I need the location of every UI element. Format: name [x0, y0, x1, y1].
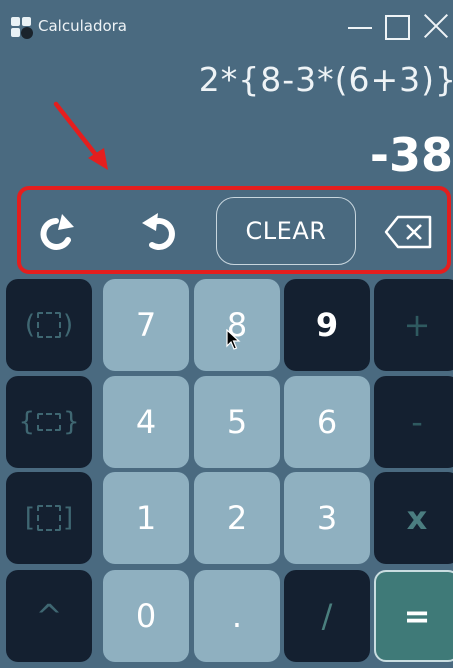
multiply-key[interactable]: x	[374, 472, 453, 564]
annotation-arrow-icon	[53, 101, 108, 170]
redo-icon	[40, 214, 74, 250]
braces-key[interactable]: { }{}	[6, 376, 92, 468]
clear-button[interactable]: CLEAR	[216, 197, 356, 265]
divide-key[interactable]: /	[284, 570, 370, 662]
digit-2-key[interactable]: 2	[194, 472, 280, 564]
digit-0-key[interactable]: 0	[103, 570, 189, 662]
equals-key[interactable]: =	[374, 570, 453, 662]
digit-9-key[interactable]: 9	[284, 279, 370, 371]
calculator-app-icon	[11, 17, 33, 39]
backspace-button[interactable]	[384, 214, 434, 250]
title-bar: Calculadora	[0, 0, 453, 52]
digit-5-key[interactable]: 5	[194, 376, 280, 468]
minimize-button[interactable]	[344, 11, 374, 41]
expression-display: 2*{8-3*(6+3)}	[198, 60, 453, 99]
undo-button[interactable]	[136, 211, 182, 255]
result-display: -38	[369, 128, 453, 182]
window-title: Calculadora	[38, 17, 128, 35]
calculator-window: Calculadora 2*{8-3*(6+3)} -38 CLEAR () …	[0, 0, 453, 668]
add-key[interactable]: +	[374, 279, 453, 371]
digit-1-key[interactable]: 1	[103, 472, 189, 564]
parentheses-key[interactable]: ( )()	[6, 279, 92, 371]
close-button[interactable]	[420, 11, 450, 41]
mouse-cursor-icon	[226, 329, 241, 350]
brackets-key[interactable]: [ ][]	[6, 472, 92, 564]
undo-icon	[142, 213, 175, 250]
digit-7-key[interactable]: 7	[103, 279, 189, 371]
digit-4-key[interactable]: 4	[103, 376, 189, 468]
digit-6-key[interactable]: 6	[284, 376, 370, 468]
power-key[interactable]: ^	[6, 570, 92, 662]
digit-3-key[interactable]: 3	[284, 472, 370, 564]
redo-button[interactable]	[34, 211, 78, 255]
digit-8-key[interactable]: 8	[194, 279, 280, 371]
maximize-button[interactable]	[382, 11, 412, 41]
backspace-icon	[384, 215, 432, 249]
subtract-key[interactable]: -	[374, 376, 453, 468]
decimal-key[interactable]: .	[194, 570, 280, 662]
